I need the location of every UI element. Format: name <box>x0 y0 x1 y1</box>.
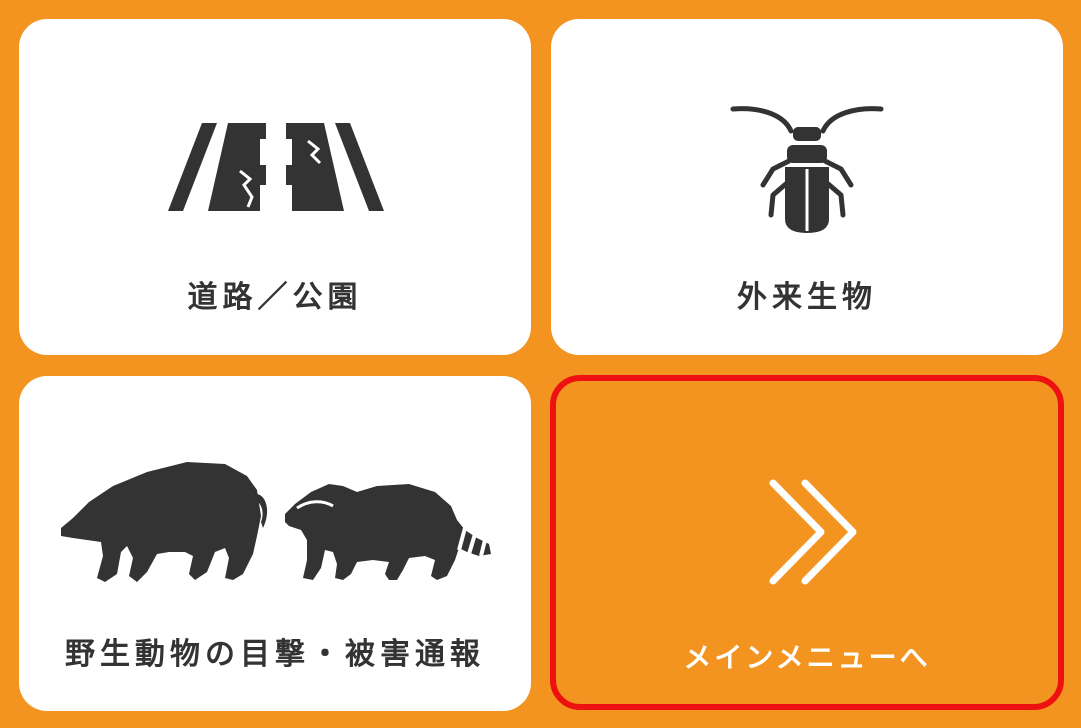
menu-tile-main-menu[interactable]: メインメニューへ <box>550 375 1064 710</box>
beetle-icon <box>730 106 884 233</box>
menu-label-main-menu: メインメニューへ <box>683 641 931 674</box>
double-chevron-right-icon <box>769 479 857 585</box>
road-icon <box>168 123 384 211</box>
menu-label-road-park: 道路／公園 <box>187 280 363 315</box>
menu-tile-wildlife-report[interactable]: 野生動物の目撃・被害通報 <box>19 376 531 711</box>
menu-label-invasive-species: 外来生物 <box>737 280 877 315</box>
wild-animals-icon <box>61 462 491 582</box>
menu-tile-road-park[interactable]: 道路／公園 <box>19 19 531 355</box>
menu-label-wildlife-report: 野生動物の目撃・被害通報 <box>65 637 485 672</box>
menu-tile-invasive-species[interactable]: 外来生物 <box>551 19 1063 355</box>
